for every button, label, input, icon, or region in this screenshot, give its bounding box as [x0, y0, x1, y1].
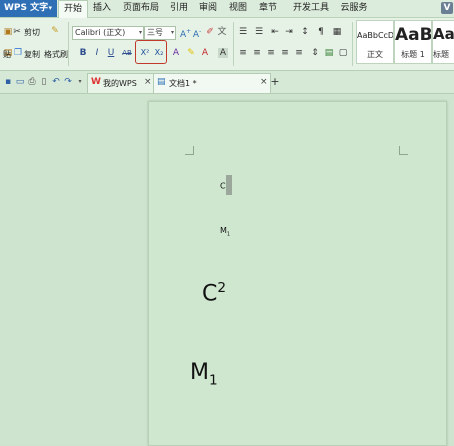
divider	[233, 22, 234, 66]
divider	[68, 22, 69, 66]
cut-label[interactable]: 剪切	[24, 27, 40, 38]
chevron-down-icon: ▾	[170, 29, 174, 36]
underline-button[interactable]: U	[106, 48, 116, 58]
tab-sections[interactable]: 章节	[257, 0, 279, 17]
account-badge[interactable]: V	[441, 2, 453, 14]
app-title: WPS 文字	[4, 3, 49, 13]
tab-insert[interactable]: 插入	[90, 0, 114, 17]
show-marks-icon[interactable]: ¶	[316, 27, 326, 37]
tab-my-wps[interactable]: W 我的WPS ×	[87, 73, 155, 93]
justify-icon[interactable]: ≡	[280, 48, 290, 58]
margin-mark-right	[399, 146, 408, 155]
highlight-icon[interactable]: ✎	[186, 48, 196, 58]
table-icon[interactable]: ▦	[332, 27, 342, 37]
undo-icon[interactable]: ↶	[51, 77, 61, 87]
text-cursor-selection	[226, 175, 232, 195]
italic-button[interactable]: I	[92, 48, 102, 58]
format-painter-icon[interactable]: ✎	[50, 26, 60, 36]
app-menu-button[interactable]: WPS 文字 ▾	[0, 0, 57, 17]
save-icon[interactable]: ▪	[3, 77, 13, 87]
decrease-indent-icon[interactable]: ⇤	[270, 27, 280, 37]
tab-review[interactable]: 审阅	[197, 0, 219, 17]
new-tab-button[interactable]: +	[270, 76, 280, 87]
align-right-icon[interactable]: ≡	[266, 48, 276, 58]
bold-button[interactable]: B	[78, 48, 88, 58]
tab-page-layout[interactable]: 页面布局	[120, 0, 162, 17]
style-heading[interactable]: AaB 标题	[432, 20, 454, 64]
align-center-icon[interactable]: ≡	[252, 48, 262, 58]
document-icon: ▤	[157, 77, 166, 87]
chevron-down-icon[interactable]: ▾	[75, 77, 85, 87]
font-name-select[interactable]: Calibri (正文) ▾	[72, 26, 144, 40]
print-preview-icon[interactable]: ▯	[39, 77, 49, 87]
tab-view[interactable]: 视图	[227, 0, 249, 17]
divider	[352, 22, 353, 66]
chevron-down-icon: ▾	[48, 4, 52, 12]
font-color-icon[interactable]: A	[200, 48, 210, 58]
tab-document-1[interactable]: ▤ 文档1 * ×	[153, 73, 271, 93]
font-size-select[interactable]: 三号 ▾	[144, 26, 176, 40]
tab-cloud[interactable]: 云服务	[338, 0, 370, 17]
strikethrough-button[interactable]: AB	[120, 48, 134, 58]
chevron-down-icon: ▾	[138, 29, 142, 36]
align-left-icon[interactable]: ≡	[238, 48, 248, 58]
close-icon[interactable]: ×	[260, 77, 268, 87]
text-c-superscript-large[interactable]: C2	[202, 280, 226, 306]
highlight-frame	[135, 40, 167, 64]
shrink-font-icon[interactable]: A-	[192, 27, 202, 40]
sort-icon[interactable]: ↕	[300, 27, 310, 37]
tab-home[interactable]: 开始	[58, 0, 88, 18]
margin-mark-left	[185, 146, 194, 155]
format-painter-label[interactable]: 格式刷	[44, 49, 68, 60]
distribute-icon[interactable]: ≡	[294, 48, 304, 58]
shading-icon[interactable]: ▤	[324, 48, 334, 58]
copy-icon[interactable]: ❐	[13, 48, 23, 58]
close-icon[interactable]: ×	[144, 77, 152, 87]
phonetic-icon[interactable]: 文	[217, 27, 227, 37]
line-spacing-icon[interactable]: ⇕	[310, 48, 320, 58]
style-normal[interactable]: AaBbCcDc 正文	[356, 20, 394, 64]
paste-label[interactable]: 贴	[3, 49, 11, 60]
increase-indent-icon[interactable]: ⇥	[284, 27, 294, 37]
numbered-list-icon[interactable]: ☰	[254, 27, 264, 37]
borders-icon[interactable]: ▢	[338, 48, 348, 58]
text-m-subscript-large[interactable]: M1	[190, 360, 218, 388]
grow-font-icon[interactable]: A+	[180, 27, 191, 40]
clear-format-icon[interactable]: ✐	[205, 27, 215, 37]
text-effect-icon[interactable]: A	[171, 48, 181, 58]
copy-label[interactable]: 复制	[24, 49, 40, 60]
wps-logo-icon: W	[91, 77, 101, 87]
tab-references[interactable]: 引用	[168, 0, 190, 17]
tab-developer[interactable]: 开发工具	[290, 0, 332, 17]
char-shading-icon[interactable]: A	[218, 48, 228, 58]
text-m-subscript-small[interactable]: M1	[220, 226, 230, 238]
open-icon[interactable]: ▭	[15, 77, 25, 87]
redo-icon[interactable]: ↷	[63, 77, 73, 87]
bullet-list-icon[interactable]: ☰	[238, 27, 248, 37]
scissors-icon[interactable]: ✂	[12, 27, 22, 37]
print-icon[interactable]: ⎙	[27, 77, 37, 87]
style-heading-1[interactable]: AaBl 标题 1	[394, 20, 432, 64]
